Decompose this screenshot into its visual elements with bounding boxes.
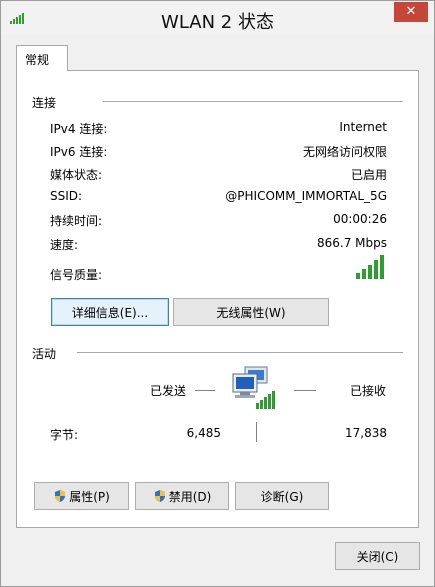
bytes-separator — [256, 422, 257, 442]
title-bar[interactable]: WLAN 2 状态 ✕ — [1, 1, 434, 35]
ssid-value: @PHICOMM_IMMORTAL_5G — [225, 189, 387, 203]
wireless-properties-button[interactable]: 无线属性(W) — [173, 298, 329, 326]
connection-section-title: 连接 — [32, 96, 57, 110]
media-state-value: 已启用 — [350, 168, 387, 182]
properties-button[interactable]: 属性(P) — [34, 482, 129, 510]
network-computers-icon — [232, 366, 275, 409]
connection-divider — [103, 101, 403, 102]
close-button-label: 关闭(C) — [356, 550, 399, 564]
received-dash — [294, 390, 316, 391]
sent-label: 已发送 — [150, 384, 187, 398]
wlan-status-dialog: WLAN 2 状态 ✕ 常规 连接 IPv4 连接: Internet IPv6… — [0, 0, 435, 587]
close-icon: ✕ — [405, 4, 417, 19]
received-label: 已接收 — [350, 384, 387, 398]
signal-strength-icon — [356, 255, 384, 279]
bytes-label: 字节: — [50, 428, 79, 442]
ipv6-label: IPv6 连接: — [50, 145, 108, 159]
tab-general-label: 常规 — [25, 53, 50, 67]
activity-section-title: 活动 — [32, 347, 57, 361]
speed-label: 速度: — [50, 238, 79, 252]
disable-button[interactable]: 禁用(D) — [135, 482, 229, 510]
close-button[interactable]: 关闭(C) — [335, 542, 420, 570]
duration-label: 持续时间: — [50, 214, 103, 228]
properties-button-label: 属性(P) — [69, 490, 110, 504]
general-panel: 连接 IPv4 连接: Internet IPv6 连接: 无网络访问权限 媒体… — [16, 70, 419, 528]
uac-shield-icon — [154, 490, 165, 502]
diagnose-button-label: 诊断(G) — [260, 490, 304, 504]
sent-dash — [195, 390, 215, 391]
bytes-sent-value: 6,485 — [186, 426, 221, 440]
diagnose-button[interactable]: 诊断(G) — [235, 482, 329, 510]
media-state-label: 媒体状态: — [50, 168, 103, 182]
tab-general[interactable]: 常规 — [16, 45, 68, 71]
bytes-received-value: 17,838 — [345, 426, 387, 440]
disable-button-label: 禁用(D) — [168, 490, 212, 504]
speed-value: 866.7 Mbps — [316, 236, 387, 250]
signal-quality-label: 信号质量: — [50, 268, 103, 282]
window-title: WLAN 2 状态 — [161, 12, 274, 33]
ipv4-label: IPv4 连接: — [50, 122, 108, 136]
activity-divider — [77, 352, 403, 353]
ipv6-value: 无网络访问权限 — [302, 145, 387, 159]
properties-button-content: 属性(P) — [53, 490, 110, 504]
ssid-label: SSID: — [50, 189, 83, 203]
details-button-label: 详细信息(E)... — [71, 306, 149, 320]
close-window-button[interactable]: ✕ — [394, 2, 428, 22]
wireless-properties-label: 无线属性(W) — [216, 306, 286, 320]
ipv4-value: Internet — [339, 120, 387, 134]
details-button[interactable]: 详细信息(E)... — [51, 298, 169, 326]
duration-value: 00:00:26 — [333, 212, 387, 226]
uac-shield-icon — [55, 490, 66, 502]
disable-button-content: 禁用(D) — [153, 490, 212, 504]
